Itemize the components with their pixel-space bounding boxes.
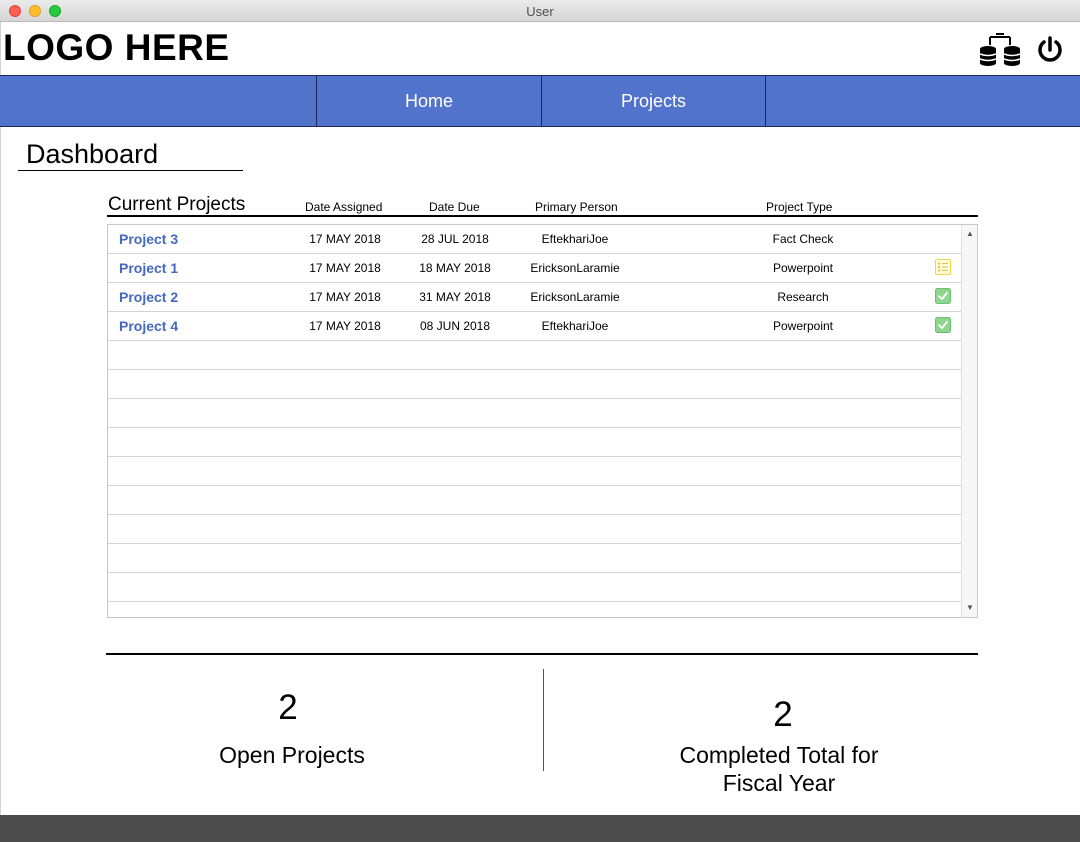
- nav-item-projects[interactable]: Projects: [542, 76, 765, 126]
- empty-row: [108, 370, 961, 399]
- check-icon[interactable]: [935, 288, 951, 304]
- projects-table: Project 3 17 MAY 2018 28 JUL 2018 Eftekh…: [107, 224, 978, 618]
- summary-rule: [106, 653, 978, 655]
- open-projects-count: 2: [278, 688, 298, 727]
- primary-person-cell: EricksonLaramie: [530, 290, 620, 304]
- check-icon[interactable]: [935, 317, 951, 333]
- empty-row: [108, 544, 961, 573]
- empty-row: [108, 486, 961, 515]
- project-type-cell: Research: [777, 290, 829, 304]
- table-row[interactable]: Project 4 17 MAY 2018 08 JUN 2018 Eftekh…: [108, 312, 961, 341]
- logo: LOGO HERE: [3, 27, 230, 68]
- date-due-cell: 18 MAY 2018: [419, 261, 491, 275]
- window-title: User: [526, 4, 554, 19]
- scroll-down-arrow-icon[interactable]: ▼: [966, 603, 974, 612]
- project-type-cell: Powerpoint: [772, 261, 834, 275]
- project-name-link[interactable]: Project 4: [119, 312, 178, 340]
- primary-person-cell: EftekhariJoe: [541, 232, 609, 246]
- project-name-link[interactable]: Project 1: [119, 254, 178, 282]
- table-row[interactable]: Project 3 17 MAY 2018 28 JUL 2018 Eftekh…: [108, 225, 961, 254]
- primary-person-cell: EftekhariJoe: [541, 319, 609, 333]
- date-due-cell: 28 JUL 2018: [421, 232, 489, 246]
- primary-person-cell: EricksonLaramie: [530, 261, 620, 275]
- list-icon[interactable]: [935, 259, 951, 275]
- summary-divider: [543, 669, 544, 771]
- title-underline: [18, 170, 243, 171]
- date-due-cell: 08 JUN 2018: [419, 319, 491, 333]
- nav-bar: Home Projects: [0, 75, 1080, 127]
- empty-row: [108, 573, 961, 602]
- nav-item-home[interactable]: Home: [317, 76, 541, 126]
- nav-divider: [765, 76, 766, 126]
- date-assigned-cell: 17 MAY 2018: [309, 261, 381, 275]
- completed-count: 2: [773, 695, 793, 734]
- column-header-primary-person: Primary Person: [535, 200, 618, 214]
- database-sync-icon[interactable]: [978, 33, 1022, 67]
- project-name-link[interactable]: Project 2: [119, 283, 178, 311]
- table-scrollbar[interactable]: ▲ ▼: [961, 225, 977, 617]
- date-due-cell: 31 MAY 2018: [419, 290, 491, 304]
- column-header-date-assigned: Date Assigned: [305, 200, 383, 214]
- table-row[interactable]: Project 1 17 MAY 2018 18 MAY 2018 Ericks…: [108, 254, 961, 283]
- empty-row: [108, 457, 961, 486]
- window-edge: [0, 22, 1, 815]
- completed-label-line2: Fiscal Year: [722, 770, 836, 796]
- empty-row: [108, 341, 961, 370]
- project-type-cell: Fact Check: [772, 232, 834, 246]
- date-assigned-cell: 17 MAY 2018: [309, 232, 381, 246]
- scroll-up-arrow-icon[interactable]: ▲: [966, 229, 974, 238]
- empty-row: [108, 399, 961, 428]
- column-header-date-due: Date Due: [429, 200, 480, 214]
- column-header-project-type: Project Type: [766, 200, 833, 214]
- page-title: Dashboard: [26, 139, 159, 169]
- open-projects-label: Open Projects: [219, 742, 365, 768]
- empty-row: [108, 515, 961, 544]
- empty-row: [108, 428, 961, 457]
- completed-label: Completed Total for Fiscal Year: [679, 741, 878, 797]
- power-icon[interactable]: [1036, 36, 1064, 64]
- project-name-link[interactable]: Project 3: [119, 225, 178, 253]
- project-type-cell: Powerpoint: [772, 319, 834, 333]
- footer-bar: [0, 815, 1080, 842]
- current-projects-heading: Current Projects: [108, 194, 246, 215]
- date-assigned-cell: 17 MAY 2018: [309, 319, 381, 333]
- window-titlebar: User: [0, 0, 1080, 22]
- table-row[interactable]: Project 2 17 MAY 2018 31 MAY 2018 Ericks…: [108, 283, 961, 312]
- header-rule: [107, 215, 978, 217]
- completed-label-line1: Completed Total for: [679, 742, 879, 768]
- date-assigned-cell: 17 MAY 2018: [309, 290, 381, 304]
